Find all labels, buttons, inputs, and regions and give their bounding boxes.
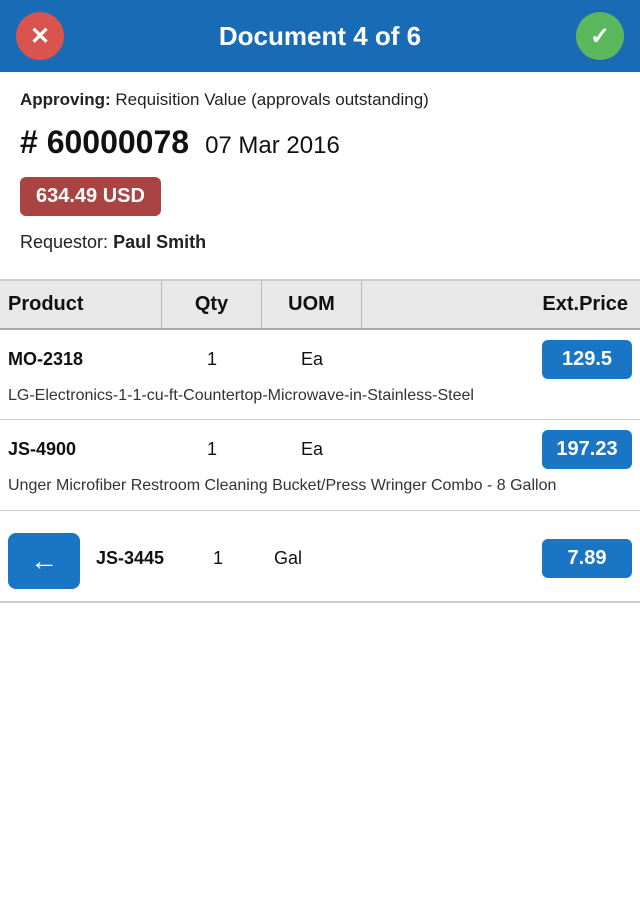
col-header-uom: UOM <box>262 281 362 328</box>
col-header-qty: Qty <box>162 281 262 328</box>
product-code-1: MO-2318 <box>0 349 162 370</box>
line-row-3: JS-3445 1 Gal 7.89 <box>88 539 640 578</box>
approving-label: Approving: <box>20 90 111 109</box>
product-code-2: JS-4900 <box>0 439 162 460</box>
description-2: Unger Microfiber Restroom Cleaning Bucke… <box>0 469 640 497</box>
description-1: LG-Electronics-1-1-cu-ft-Countertop-Micr… <box>0 379 640 407</box>
document-number: # 60000078 <box>20 124 189 161</box>
number-value: 60000078 <box>47 124 189 160</box>
line-row-1: MO-2318 1 Ea 129.5 <box>0 340 640 379</box>
close-button[interactable]: ✕ <box>16 12 64 60</box>
amount-badge: 634.49 USD <box>20 177 161 216</box>
price-badge-1: 129.5 <box>542 340 632 379</box>
header-title: Document 4 of 6 <box>64 21 576 52</box>
content-area: Approving: Requisition Value (approvals … <box>0 72 640 279</box>
requestor-name: Paul Smith <box>113 232 206 252</box>
col-header-product: Product <box>0 281 162 328</box>
line-data-3: JS-3445 1 Gal 7.89 <box>88 539 640 578</box>
qty-2: 1 <box>162 439 262 460</box>
line-row-3-container: ← JS-3445 1 Gal 7.89 <box>0 521 640 597</box>
qty-3: 1 <box>188 548 248 569</box>
line-item-3: ← JS-3445 1 Gal 7.89 <box>0 511 640 602</box>
col-header-price: Ext.Price <box>362 281 640 328</box>
close-icon: ✕ <box>30 22 50 51</box>
uom-2: Ea <box>262 439 362 460</box>
price-badge-2: 197.23 <box>542 430 632 469</box>
back-icon: ← <box>30 545 58 577</box>
number-prefix: # <box>20 124 38 160</box>
table-header: Product Qty UOM Ext.Price <box>0 281 640 330</box>
price-cell-1: 129.5 <box>362 340 640 379</box>
check-icon: ✓ <box>590 22 610 51</box>
uom-3: Gal <box>248 548 328 569</box>
approve-button[interactable]: ✓ <box>576 12 624 60</box>
approving-line: Approving: Requisition Value (approvals … <box>20 88 620 112</box>
uom-1: Ea <box>262 349 362 370</box>
header: ✕ Document 4 of 6 ✓ <box>0 0 640 72</box>
document-number-line: # 60000078 07 Mar 2016 <box>20 124 620 161</box>
line-item-1: MO-2318 1 Ea 129.5 LG-Electronics-1-1-cu… <box>0 330 640 420</box>
items-table: Product Qty UOM Ext.Price MO-2318 1 Ea 1… <box>0 279 640 603</box>
price-badge-3: 7.89 <box>542 539 632 578</box>
document-date: 07 Mar 2016 <box>205 132 340 160</box>
line-item-2: JS-4900 1 Ea 197.23 Unger Microfiber Res… <box>0 420 640 510</box>
approving-text: Requisition Value (approvals outstanding… <box>111 90 429 109</box>
requestor-label: Requestor: <box>20 232 108 252</box>
back-button[interactable]: ← <box>8 533 80 589</box>
requestor-line: Requestor: Paul Smith <box>20 232 620 253</box>
price-cell-2: 197.23 <box>362 430 640 469</box>
line-row-2: JS-4900 1 Ea 197.23 <box>0 430 640 469</box>
product-code-3: JS-3445 <box>88 548 188 569</box>
price-cell-3: 7.89 <box>328 539 640 578</box>
qty-1: 1 <box>162 349 262 370</box>
